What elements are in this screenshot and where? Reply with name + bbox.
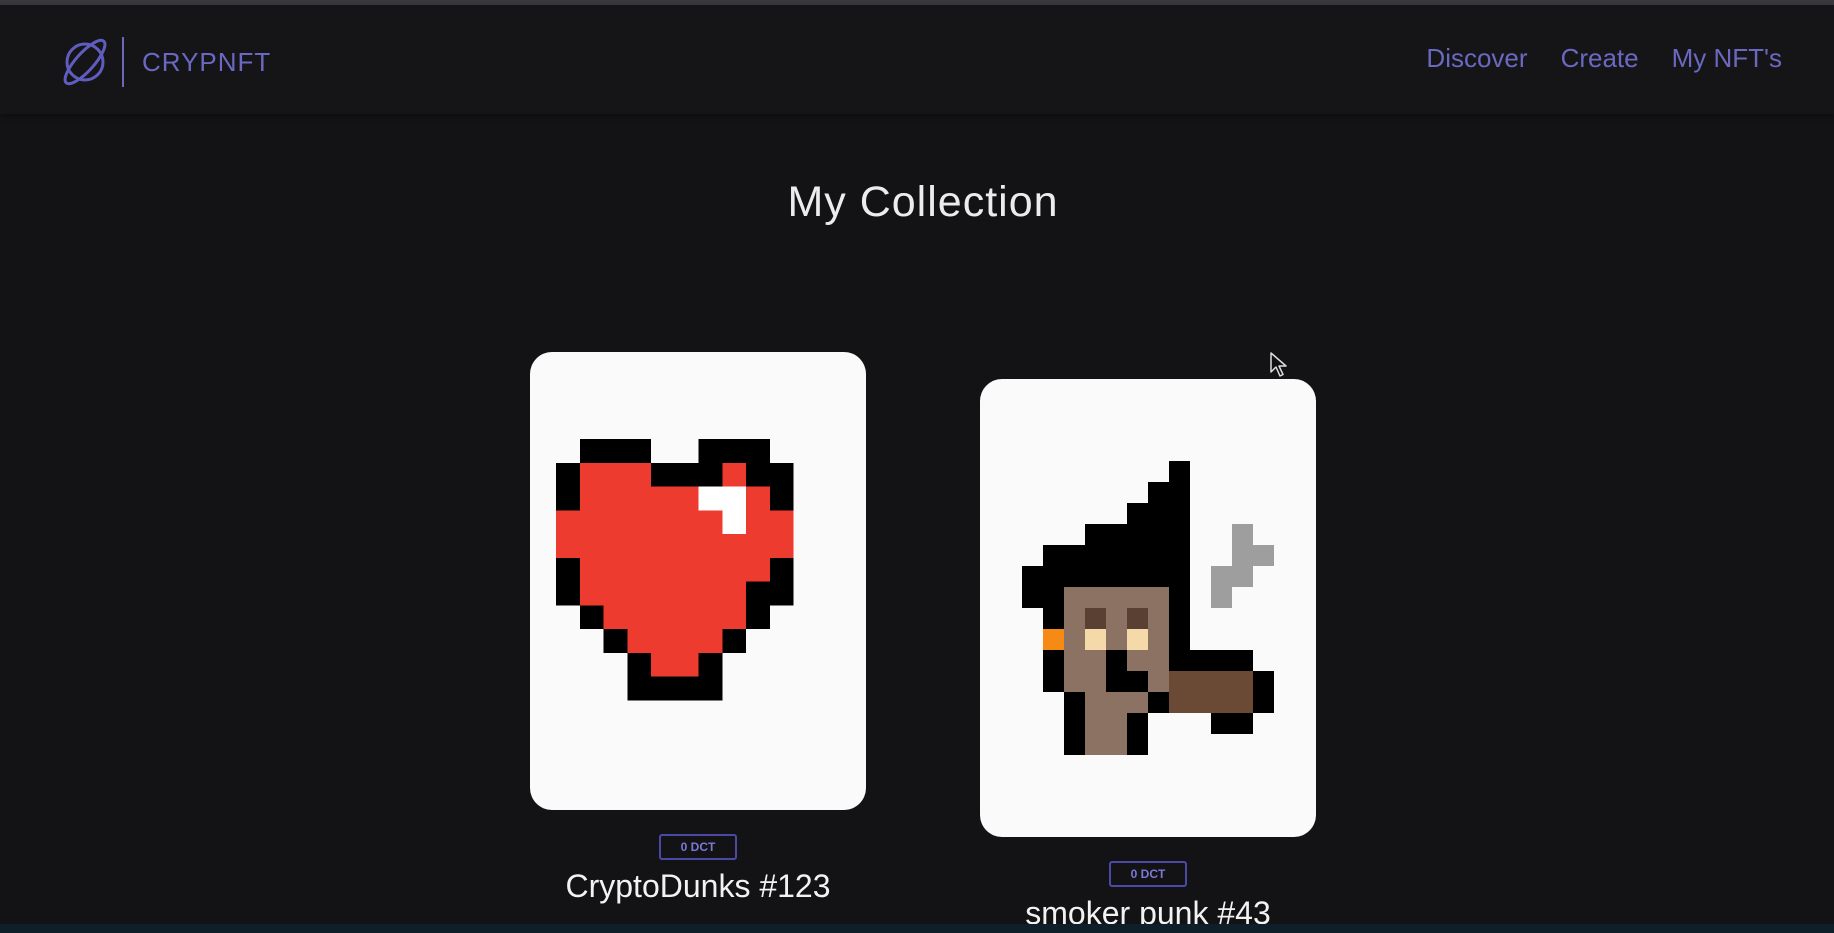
nft-card-image[interactable]	[980, 379, 1316, 837]
nft-name: CryptoDunks #123	[565, 868, 831, 904]
nav-discover-link[interactable]: Discover	[1426, 43, 1527, 74]
brand-name: CRYPNFT	[142, 46, 272, 77]
window-bottom-edge	[0, 924, 1834, 933]
price-badge: 0 DCT	[659, 834, 737, 860]
page-title: My Collection	[787, 178, 1059, 226]
navbar: CRYPNFT Discover Create My NFT's	[0, 5, 1834, 114]
pixel-smoker-punk-image	[1022, 461, 1274, 755]
nft-card-image[interactable]	[530, 352, 866, 810]
nft-card[interactable]: 0 DCT CryptoDunks #123	[530, 352, 866, 905]
price-badge: 0 DCT	[1109, 861, 1187, 887]
mouse-pointer-icon	[1270, 352, 1287, 377]
brand-divider	[122, 37, 124, 87]
main-nav: Discover Create My NFT's	[1426, 43, 1782, 74]
nav-create-link[interactable]: Create	[1561, 43, 1639, 74]
brand[interactable]: CRYPNFT	[56, 32, 271, 92]
planet-icon	[63, 38, 107, 86]
nav-my-nfts-link[interactable]: My NFT's	[1672, 43, 1782, 74]
nft-card[interactable]: 0 DCT smoker punk #43	[980, 379, 1316, 932]
pixel-heart-image	[555, 438, 793, 700]
